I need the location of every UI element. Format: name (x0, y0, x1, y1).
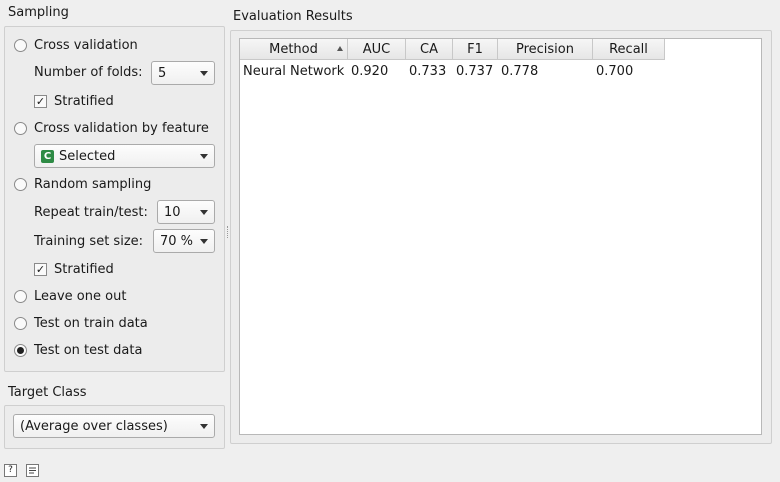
repeat-select[interactable]: 10 (157, 200, 215, 224)
stratified-rs-option[interactable]: ✓ Stratified (34, 259, 114, 279)
stratified-rs-checkbox[interactable]: ✓ (34, 262, 47, 276)
splitter-handle[interactable] (227, 226, 229, 238)
cell-recall: 0.700 (596, 63, 634, 79)
cell-method: Neural Network (243, 63, 345, 79)
target-class-title: Target Class (8, 385, 87, 400)
test-on-test-label: Test on test data (34, 342, 143, 358)
sampling-title: Sampling (8, 5, 69, 20)
column-header-label: F1 (467, 41, 483, 57)
results-title: Evaluation Results (233, 9, 353, 24)
report-icon[interactable] (26, 464, 39, 477)
test-on-test-radio[interactable] (14, 343, 27, 357)
column-header-ca[interactable]: CA (406, 39, 453, 60)
random-sampling-radio[interactable] (14, 177, 27, 191)
cell-ca: 0.733 (409, 63, 447, 79)
column-header-recall[interactable]: Recall (593, 39, 665, 60)
cross-validation-radio[interactable] (14, 38, 27, 52)
column-header-f1[interactable]: F1 (453, 39, 498, 60)
leave-one-out-label: Leave one out (34, 288, 127, 304)
feature-select[interactable]: C Selected (34, 144, 215, 168)
chevron-down-icon (200, 238, 208, 244)
help-icon[interactable]: ? (4, 464, 17, 477)
leave-one-out-radio[interactable] (14, 289, 27, 303)
random-sampling-label: Random sampling (34, 176, 152, 192)
leave-one-out-option[interactable]: Leave one out (14, 286, 126, 306)
test-on-train-radio[interactable] (14, 316, 27, 330)
train-size-value: 70 % (160, 233, 194, 249)
folds-value: 5 (158, 65, 167, 81)
repeat-value: 10 (164, 204, 181, 220)
test-on-train-option[interactable]: Test on train data (14, 313, 148, 333)
cross-validation-label: Cross validation (34, 37, 138, 53)
folds-select[interactable]: 5 (151, 61, 215, 85)
column-header-auc[interactable]: AUC (348, 39, 406, 60)
target-class-value: (Average over classes) (20, 418, 168, 434)
cell-precision: 0.778 (501, 63, 539, 79)
cell-auc: 0.920 (351, 63, 389, 79)
sort-ascending-icon (337, 46, 343, 51)
stratified-rs-label: Stratified (54, 261, 114, 277)
column-header-label: AUC (362, 41, 391, 57)
feature-value: Selected (59, 148, 116, 164)
cv-by-feature-label: Cross validation by feature (34, 120, 209, 136)
column-header-label: CA (420, 41, 438, 57)
train-size-label: Training set size: (34, 234, 144, 249)
results-table: Method AUC CA F1 Precision Recall Neural… (239, 38, 762, 435)
test-on-train-label: Test on train data (34, 315, 148, 331)
column-header-precision[interactable]: Precision (498, 39, 593, 60)
target-class-select[interactable]: (Average over classes) (13, 414, 215, 438)
chevron-down-icon (200, 153, 208, 159)
repeat-label: Repeat train/test: (34, 205, 148, 220)
cell-f1: 0.737 (456, 63, 494, 79)
stratified-cv-option[interactable]: ✓ Stratified (34, 91, 114, 111)
column-header-label: Precision (515, 41, 574, 57)
test-on-test-option[interactable]: Test on test data (14, 340, 142, 360)
chevron-down-icon (200, 70, 208, 76)
column-header-label: Recall (609, 41, 648, 57)
cross-validation-option[interactable]: Cross validation (14, 35, 138, 55)
train-size-select[interactable]: 70 % (153, 229, 215, 253)
cv-by-feature-option[interactable]: Cross validation by feature (14, 118, 209, 138)
chevron-down-icon (200, 423, 208, 429)
chevron-down-icon (200, 209, 208, 215)
stratified-cv-label: Stratified (54, 93, 114, 109)
random-sampling-option[interactable]: Random sampling (14, 174, 151, 194)
folds-label: Number of folds: (34, 65, 143, 80)
column-header-method[interactable]: Method (240, 39, 348, 60)
categorical-feature-icon: C (41, 149, 54, 163)
column-header-label: Method (269, 41, 318, 57)
cv-by-feature-radio[interactable] (14, 121, 27, 135)
stratified-cv-checkbox[interactable]: ✓ (34, 94, 47, 108)
